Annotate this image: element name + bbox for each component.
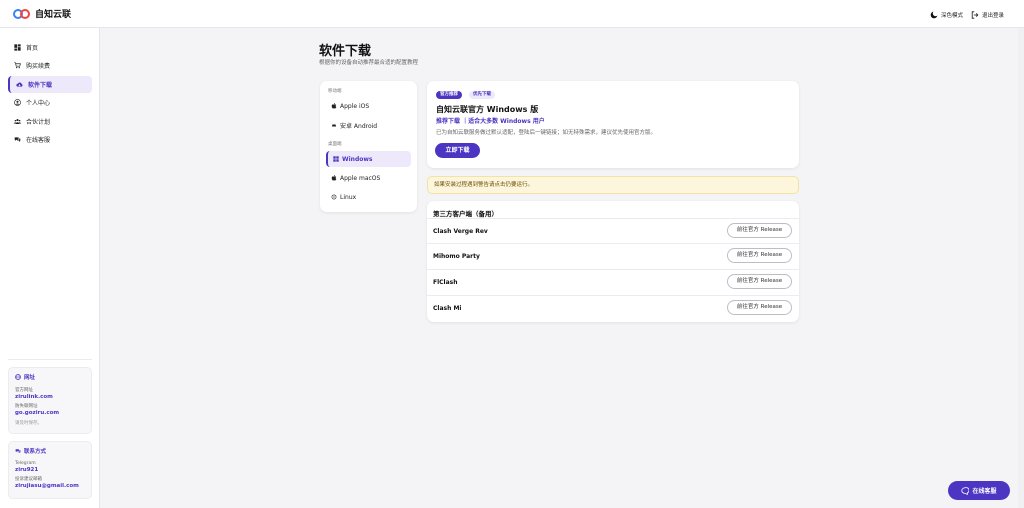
- official-url-label: 官方网址: [15, 388, 33, 393]
- official-badge: 官方推荐: [436, 91, 462, 99]
- cart-icon: [14, 62, 21, 69]
- sidebar-item-support[interactable]: 在线客服: [8, 131, 92, 148]
- release-button[interactable]: 前往官方 Release: [727, 300, 792, 315]
- apple-icon: [331, 175, 337, 181]
- dashboard-icon: [14, 44, 21, 51]
- platform-label: Apple iOS: [340, 102, 370, 110]
- sidebar-item-download[interactable]: 软件下载: [8, 76, 92, 93]
- telegram-link[interactable]: ziru921: [15, 467, 85, 473]
- sidebar-item-label: 购买续费: [26, 63, 51, 70]
- sidebar-item-label: 首页: [26, 45, 39, 52]
- site-card-title: 网址: [15, 373, 85, 381]
- team-icon: [14, 119, 21, 124]
- windows-recommend-text: 推荐下载 ｜适合大多数 Windows 用户: [436, 118, 545, 125]
- sidebar-item-label: 个人中心: [26, 100, 51, 107]
- windows-description: 已为自知云联服务做过默认适配，登陆后一键链接；如无特殊需求，建议优先使用官方版。: [436, 130, 657, 136]
- table-row: Clash Verge Rev 前往官方 Release: [427, 218, 799, 244]
- priority-badge: 优先下载: [469, 91, 495, 99]
- logout-button[interactable]: 退出登录: [971, 8, 1004, 21]
- platform-windows[interactable]: Windows: [326, 151, 411, 167]
- backup-url-label: 防失联网址: [15, 404, 38, 409]
- official-url-link[interactable]: zirulink.com: [15, 394, 85, 400]
- linux-icon: [331, 194, 337, 200]
- contact-card-title: 联系方式: [15, 447, 85, 455]
- table-row: Clash Mi 前往官方 Release: [427, 295, 799, 321]
- chat-icon: [15, 449, 21, 454]
- contact-card: 联系方式 Telegram ziru921 投诉建议邮箱 zirujiasu@g…: [8, 441, 92, 499]
- client-name: Clash Mi: [433, 305, 462, 312]
- platform-ios[interactable]: Apple iOS: [326, 98, 411, 114]
- mobile-group-label: 移动端: [328, 89, 342, 94]
- telegram-label: Telegram: [15, 461, 36, 466]
- sidebar: 首页 购买续费 软件下载 个人中心 合伙计划 在线客服 网址 官方网址 ziru…: [0, 28, 100, 508]
- dark-mode-label: 深色模式: [941, 12, 964, 19]
- sidebar-item-home[interactable]: 首页: [8, 39, 92, 56]
- email-label: 投诉建议邮箱: [15, 477, 42, 482]
- install-warning-banner: 如果安装过程遇到警告请点击仍要运行。: [427, 176, 799, 194]
- windows-card-title: 自知云联官方 Windows 版: [436, 105, 539, 114]
- release-button[interactable]: 前往官方 Release: [727, 223, 792, 238]
- brand[interactable]: 自知云联: [13, 7, 71, 20]
- client-name: FlClash: [433, 279, 458, 286]
- online-support-button[interactable]: 在线客服: [948, 481, 1010, 500]
- platform-label: 安卓 Android: [340, 122, 378, 130]
- windows-icon: [333, 156, 339, 162]
- site-card-note: 请及时保存。: [15, 421, 42, 426]
- sidebar-item-purchase[interactable]: 购买续费: [8, 57, 92, 74]
- platform-android[interactable]: 安卓 Android: [326, 117, 411, 133]
- brand-name: 自知云联: [35, 10, 72, 20]
- table-row: Mihomo Party 前往官方 Release: [427, 243, 799, 269]
- sidebar-divider: [8, 359, 92, 360]
- sidebar-item-partner[interactable]: 合伙计划: [8, 113, 92, 130]
- third-party-title: 第三方客户端（备用）: [433, 210, 498, 218]
- scrollbar[interactable]: [1018, 28, 1024, 508]
- page-subtitle: 根据你的设备自动推荐最合适的配置教程: [319, 60, 419, 66]
- email-link[interactable]: zirujiasu@gmail.com: [15, 483, 85, 489]
- platform-selector: 移动端 Apple iOS 安卓 Android 桌面端 Windows App…: [320, 81, 417, 212]
- client-name: Mihomo Party: [433, 253, 480, 260]
- user-icon: [14, 99, 21, 106]
- dark-mode-button[interactable]: 深色模式: [930, 8, 963, 21]
- client-name: Clash Verge Rev: [433, 228, 488, 235]
- sidebar-item-label: 软件下载: [28, 82, 53, 89]
- platform-label: Windows: [342, 155, 373, 163]
- platform-label: Linux: [340, 193, 357, 201]
- android-icon: [331, 123, 337, 127]
- download-now-button[interactable]: 立即下载: [435, 143, 480, 158]
- sidebar-item-label: 在线客服: [26, 137, 51, 144]
- backup-url-link[interactable]: go.goziru.com: [15, 410, 85, 416]
- table-row: FlClash 前往官方 Release: [427, 269, 799, 295]
- platform-label: Apple macOS: [340, 174, 381, 182]
- release-button[interactable]: 前往官方 Release: [727, 274, 792, 289]
- sidebar-item-profile[interactable]: 个人中心: [8, 94, 92, 111]
- support-label: 在线客服: [972, 488, 997, 495]
- top-bar: 自知云联 深色模式 退出登录: [0, 0, 1024, 28]
- third-party-clients-card: 第三方客户端（备用） Clash Verge Rev 前往官方 Release …: [427, 201, 799, 322]
- logo-icon: [13, 8, 31, 20]
- apple-icon: [331, 103, 337, 109]
- release-button[interactable]: 前往官方 Release: [727, 248, 792, 263]
- platform-linux[interactable]: Linux: [326, 189, 411, 205]
- sidebar-item-label: 合伙计划: [26, 119, 51, 126]
- desktop-group-label: 桌面端: [328, 142, 342, 147]
- site-url-card: 网址 官方网址 zirulink.com 防失联网址 go.goziru.com…: [8, 367, 92, 434]
- logout-icon: [971, 10, 979, 19]
- globe-icon: [15, 374, 21, 380]
- platform-macos[interactable]: Apple macOS: [326, 170, 411, 186]
- cloud-download-icon: [16, 82, 23, 87]
- chat-bubble-icon: [961, 486, 970, 495]
- windows-download-card: 官方推荐 优先下载 自知云联官方 Windows 版 推荐下载 ｜适合大多数 W…: [427, 81, 799, 168]
- page-title: 软件下载: [319, 44, 372, 59]
- chat-icon: [14, 137, 21, 142]
- logout-label: 退出登录: [982, 12, 1005, 19]
- moon-icon: [930, 11, 938, 18]
